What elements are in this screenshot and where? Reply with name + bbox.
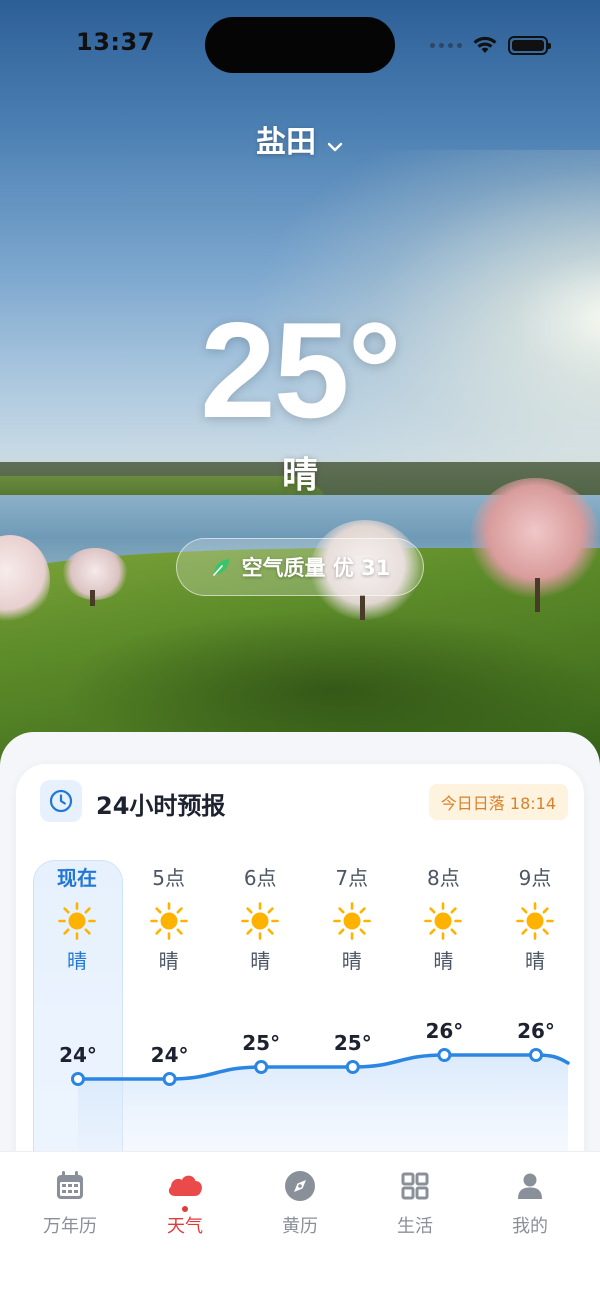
user-icon — [518, 1173, 542, 1199]
tab-weather[interactable]: 天气 — [125, 1166, 245, 1238]
status-time: 13:37 — [76, 28, 155, 56]
temperature-label: 25° — [242, 1031, 280, 1055]
tree-trunk — [535, 578, 540, 612]
temperature-line-chart: 24° 24° 25° 25° 26° 26° — [59, 1019, 570, 1184]
temperature-point — [345, 1060, 360, 1074]
temperature-point — [529, 1048, 543, 1062]
hourly-forecast-card: 24小时预报 今日日落 18:14 现在晴 5点晴 6点晴 7点晴 8点晴 9点晴 24°… — [16, 764, 584, 1184]
temperature-label: 26° — [517, 1019, 555, 1043]
cellular-signal-icon — [430, 42, 462, 48]
temperature-point — [71, 1072, 85, 1086]
chevron-down-icon — [326, 126, 344, 161]
tab-almanac[interactable]: 黄历 — [240, 1166, 360, 1238]
battery-icon — [508, 35, 551, 55]
temperature-label: 24° — [151, 1043, 189, 1067]
status-icons — [430, 32, 551, 58]
city-name: 盐田 — [256, 125, 316, 160]
air-quality-badge[interactable]: 空气质量 优 31 — [176, 538, 424, 596]
current-temperature: 25° — [200, 294, 402, 446]
temperature-label: 26° — [425, 1019, 463, 1043]
current-condition: 晴 — [281, 455, 318, 496]
tab-life[interactable]: 生活 — [355, 1166, 475, 1238]
tab-label: 我的 — [512, 1216, 548, 1237]
tab-profile[interactable]: 我的 — [470, 1166, 590, 1238]
active-tab-dot — [182, 1206, 188, 1212]
cloud-icon — [168, 1175, 202, 1196]
temperature-point — [162, 1072, 177, 1086]
temperature-point — [254, 1060, 269, 1074]
tab-label: 天气 — [167, 1216, 203, 1237]
blossom-tree — [62, 548, 128, 600]
tab-label: 万年历 — [43, 1216, 97, 1237]
leaf-icon — [212, 559, 229, 576]
air-quality-text: 空气质量 优 31 — [241, 556, 391, 580]
tab-calendar[interactable]: 万年历 — [10, 1166, 130, 1238]
dynamic-island — [205, 17, 395, 73]
calendar-icon — [57, 1171, 83, 1199]
temperature-label: 25° — [334, 1031, 372, 1055]
compass-icon — [285, 1171, 315, 1201]
grid-icon — [401, 1172, 429, 1200]
tab-label: 黄历 — [282, 1216, 318, 1237]
tab-label: 生活 — [397, 1216, 433, 1237]
location-selector[interactable]: 盐田 — [0, 117, 600, 161]
temperature-point — [437, 1048, 452, 1062]
tree-trunk — [360, 595, 365, 620]
wifi-icon — [473, 36, 497, 53]
tree-trunk — [90, 590, 95, 606]
temperature-label: 24° — [59, 1043, 97, 1067]
